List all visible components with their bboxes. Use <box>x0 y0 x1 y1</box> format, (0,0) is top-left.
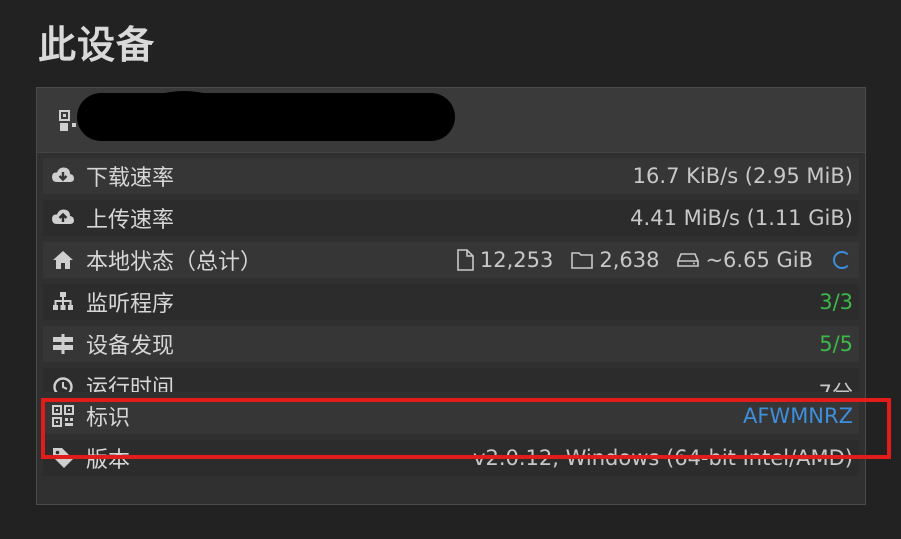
signpost-icon <box>50 333 76 355</box>
page: 此设备 下载速率 16.7 KiB/s (2.95 MiB) 上传速率 4.41… <box>0 0 901 539</box>
clock-icon <box>50 376 76 392</box>
folder-count: 2,638 <box>571 248 659 272</box>
sitemap-icon <box>50 291 76 313</box>
row-value: 3/3 <box>819 290 853 314</box>
row-label: 运行时间 <box>86 376 175 392</box>
cloud-upload-icon <box>50 207 76 229</box>
row-label: 监听程序 <box>86 292 175 317</box>
file-count: 12,253 <box>456 248 553 272</box>
row-value: 7分 <box>819 374 853 392</box>
row-label: 设备发现 <box>86 334 175 359</box>
highlight-box <box>41 398 891 459</box>
folder-count-value: 2,638 <box>599 248 660 272</box>
redacted-device-name <box>77 91 455 141</box>
row-uptime: 运行时间 7分 <box>43 368 859 392</box>
disk-size-value: ~6.65 GiB <box>705 248 813 272</box>
file-count-value: 12,253 <box>479 248 554 272</box>
row-local-state: 本地状态（总计） 12,253 2,638 ~6.65 GiB <box>43 242 859 278</box>
row-label: 上传速率 <box>86 208 175 233</box>
page-title: 此设备 <box>38 23 156 67</box>
row-label: 本地状态（总计） <box>86 250 263 275</box>
disk-size: ~6.65 GiB <box>677 248 813 272</box>
row-value: 5/5 <box>819 332 853 356</box>
hard-drive-icon <box>677 253 700 267</box>
folder-icon <box>571 252 594 269</box>
home-icon <box>50 249 76 271</box>
panel-header[interactable] <box>37 88 865 153</box>
row-label: 下载速率 <box>86 166 175 191</box>
cloud-download-icon <box>50 165 76 187</box>
row-value: 4.41 MiB/s (1.11 GiB) <box>630 206 853 230</box>
row-discovery: 设备发现 5/5 <box>43 326 859 362</box>
row-upload-rate: 上传速率 4.41 MiB/s (1.11 GiB) <box>43 200 859 236</box>
row-listeners: 监听程序 3/3 <box>43 284 859 320</box>
file-icon <box>457 249 474 271</box>
row-download-rate: 下载速率 16.7 KiB/s (2.95 MiB) <box>43 158 859 194</box>
spinner-icon <box>833 251 851 269</box>
row-value-local-state: 12,253 2,638 ~6.65 GiB <box>438 242 853 278</box>
row-value: 16.7 KiB/s (2.95 MiB) <box>632 164 853 188</box>
